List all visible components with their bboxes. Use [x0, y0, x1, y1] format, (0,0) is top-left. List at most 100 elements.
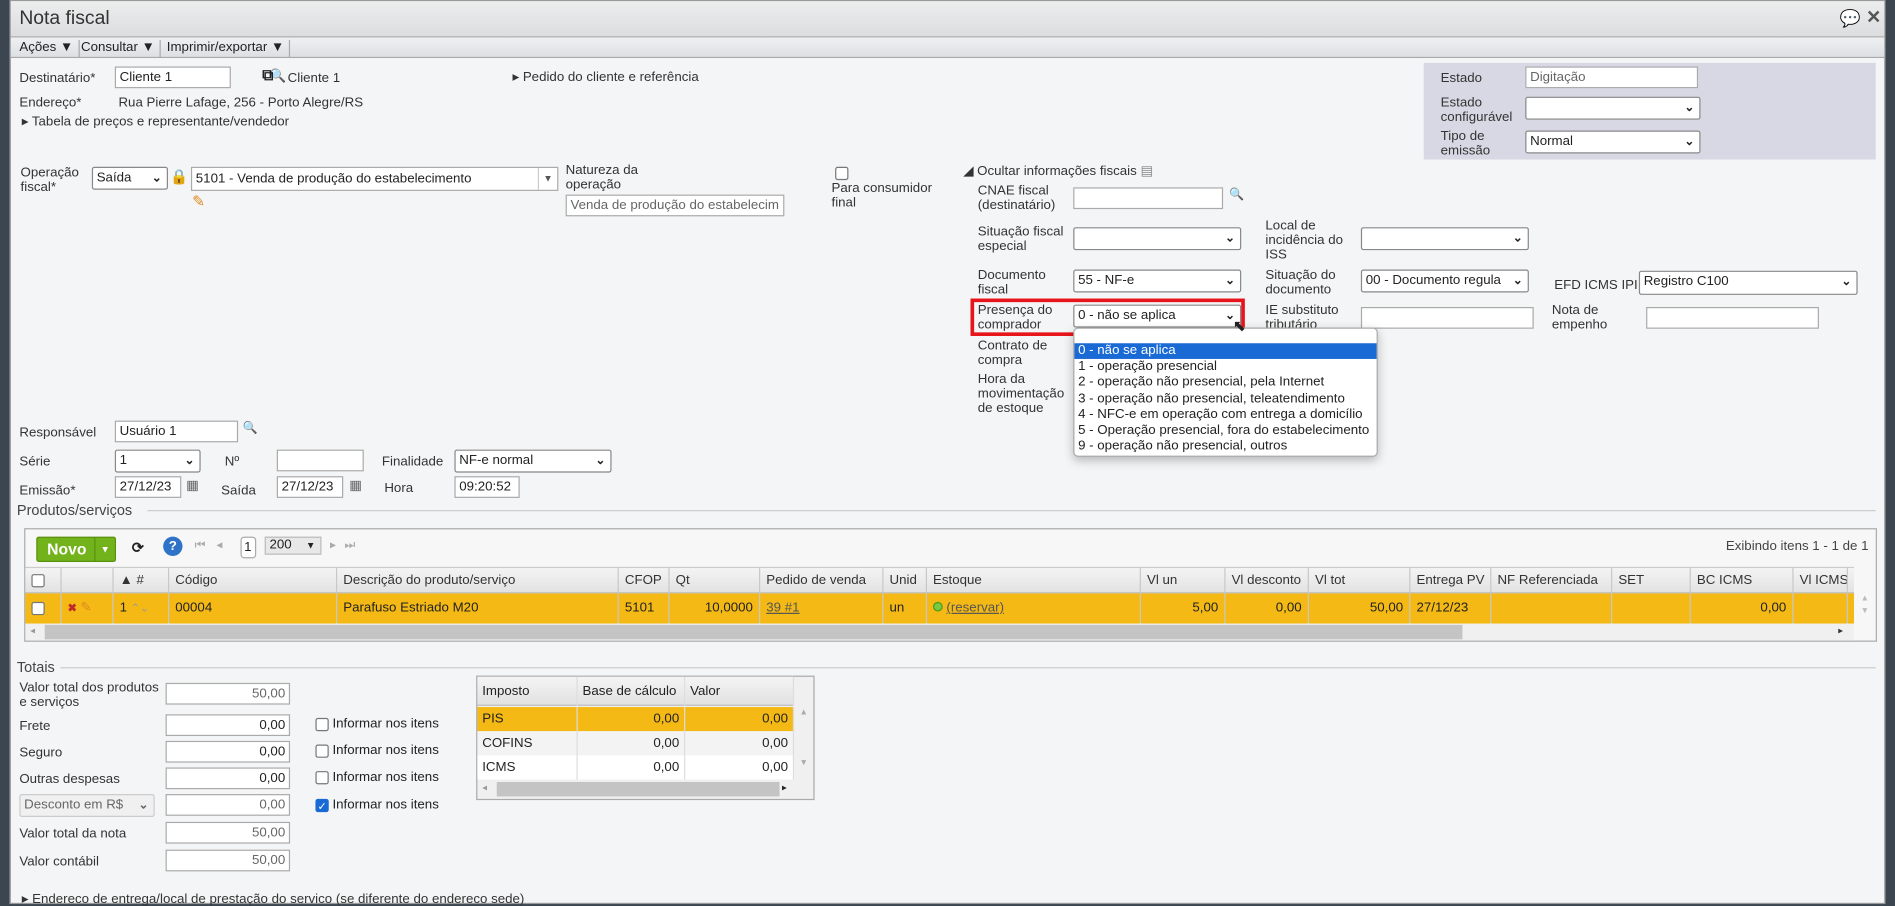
responsavel-input[interactable]: Usuário 1: [114, 420, 239, 443]
reservar-link[interactable]: (reservar): [946, 601, 1004, 616]
pedido-venda-link[interactable]: 39 #1: [766, 601, 799, 616]
column-header[interactable]: BC ICMS: [1691, 568, 1794, 593]
desconto-input[interactable]: 0,00: [165, 794, 291, 816]
numero-input[interactable]: [276, 449, 364, 472]
comment-icon[interactable]: 💬: [1839, 8, 1860, 29]
vertical-scrollbar[interactable]: ▲ ▼: [1854, 593, 1876, 623]
refresh-icon[interactable]: ⟳: [132, 539, 144, 556]
table-row[interactable]: ICMS 0,00 0,00: [477, 755, 795, 780]
column-header[interactable]: ▲ #: [114, 568, 170, 593]
menu-acoes[interactable]: Ações ▼: [15, 39, 80, 59]
estado-configuravel-select[interactable]: ⌄: [1525, 96, 1701, 120]
first-page-icon[interactable]: ⏮: [195, 539, 206, 552]
cnae-input[interactable]: [1073, 187, 1224, 210]
scroll-up-icon[interactable]: ▲: [794, 708, 813, 716]
table-row[interactable]: ✖ ✎ 1 ⌃⌄ 00004 Parafuso Estriado M20 5101 10,…: [25, 593, 1854, 624]
edit-pencil-icon[interactable]: ✎: [81, 601, 92, 616]
cfop-combobox[interactable]: 5101 - Venda de produção do estabelecime…: [190, 166, 559, 191]
column-header[interactable]: [62, 568, 114, 593]
destinatario-link[interactable]: Cliente 1: [288, 71, 340, 86]
ie-substituto-input[interactable]: [1360, 306, 1534, 329]
outras-despesas-input[interactable]: 0,00: [165, 767, 291, 790]
hora-input[interactable]: 09:20:52: [454, 476, 520, 498]
page-input[interactable]: 1: [240, 536, 257, 559]
documento-fiscal-select[interactable]: 55 - NF-e ⌄: [1073, 269, 1242, 293]
calendar-icon[interactable]: ▦: [186, 477, 199, 494]
consumidor-final-checkbox[interactable]: [835, 166, 849, 181]
column-header[interactable]: Qt: [670, 568, 761, 593]
select-all-checkbox[interactable]: [31, 573, 45, 587]
column-header[interactable]: [25, 568, 62, 593]
presenca-option[interactable]: 0 - não se aplica: [1074, 343, 1377, 360]
finalidade-select[interactable]: NF-e normal ⌄: [454, 449, 612, 473]
situacao-fiscal-especial-select[interactable]: ⌄: [1073, 227, 1242, 251]
delete-icon[interactable]: ✖: [68, 602, 77, 614]
column-header[interactable]: Base de cálculo: [578, 676, 686, 706]
presenca-option[interactable]: 3 - operação não presencial, teleatendim…: [1074, 391, 1376, 407]
page-size-select[interactable]: 200 ▼: [264, 536, 322, 555]
efd-icms-ipi-select[interactable]: Registro C100 ⌄: [1638, 270, 1858, 295]
frete-input[interactable]: 0,00: [165, 714, 291, 737]
ocultar-info-fiscais-toggle[interactable]: ◢ Ocultar informações fiscais ▤: [963, 164, 1153, 179]
next-page-icon[interactable]: ▸: [330, 539, 336, 552]
column-header[interactable]: Vl un: [1141, 568, 1226, 593]
close-icon[interactable]: ✕: [1866, 6, 1881, 28]
table-row[interactable]: COFINS 0,00 0,00: [477, 731, 795, 756]
tipo-emissao-select[interactable]: Normal ⌄: [1525, 130, 1701, 154]
column-header[interactable]: Estoque: [927, 568, 1141, 593]
pedido-cliente-toggle[interactable]: ▸ Pedido do cliente e referência: [512, 70, 698, 85]
horizontal-scrollbar[interactable]: ◂ ▸: [25, 623, 1854, 641]
column-header[interactable]: SET: [1612, 568, 1691, 593]
column-header[interactable]: CFOP: [619, 568, 670, 593]
saida-input[interactable]: 27/12/23: [276, 476, 344, 498]
informar-nos-itens-checkbox[interactable]: ✓ Informar nos itens: [315, 798, 439, 812]
informar-nos-itens-checkbox[interactable]: Informar nos itens: [315, 717, 439, 731]
column-header[interactable]: Pedido de venda: [760, 568, 884, 593]
natureza-input[interactable]: Venda de produção do estabelecim: [565, 194, 785, 217]
presenca-option[interactable]: 4 - NFC-e em operação com entrega a domi…: [1074, 407, 1376, 423]
scroll-down-icon[interactable]: ▼: [794, 759, 813, 767]
scrollbar-thumb[interactable]: [496, 781, 780, 797]
prev-page-icon[interactable]: ◂: [216, 539, 222, 552]
scrollbar-thumb[interactable]: [44, 624, 1463, 640]
destinatario-input[interactable]: Cliente 1: [114, 66, 231, 89]
column-header[interactable]: Vl desconto: [1226, 568, 1309, 593]
edit-pencil-icon[interactable]: ✎: [192, 192, 205, 211]
row-checkbox[interactable]: [31, 601, 45, 615]
presenca-option[interactable]: 9 - operação não presencial, outros: [1074, 439, 1376, 455]
presenca-option[interactable]: 1 - operação presencial: [1074, 359, 1376, 375]
tabela-precos-toggle[interactable]: ▸ Tabela de preços e representante/vende…: [22, 115, 289, 130]
table-row[interactable]: PIS 0,00 0,00: [477, 707, 795, 732]
nota-empenho-input[interactable]: [1646, 306, 1819, 329]
column-header[interactable]: Descrição do produto/serviço: [337, 568, 619, 593]
last-page-icon[interactable]: ⏭: [344, 539, 355, 552]
help-icon[interactable]: ?: [163, 536, 183, 556]
column-header[interactable]: Unid: [883, 568, 927, 593]
horizontal-scrollbar[interactable]: ◂ ▸: [477, 778, 794, 799]
presenca-option[interactable]: 5 - Operação presencial, fora do estabel…: [1074, 423, 1376, 439]
column-header[interactable]: Valor: [685, 676, 795, 706]
external-link-icon[interactable]: ⧉: [262, 65, 273, 84]
emissao-input[interactable]: 27/12/23: [114, 476, 182, 498]
search-icon[interactable]: 🔍: [1229, 189, 1244, 202]
search-icon[interactable]: 🔍: [243, 422, 258, 435]
novo-button[interactable]: Novo ▼: [36, 536, 117, 562]
move-up-down-icon[interactable]: ⌃⌄: [131, 602, 149, 614]
menu-consultar[interactable]: Consultar ▼: [76, 39, 161, 59]
seguro-input[interactable]: 0,00: [165, 740, 291, 763]
operacao-tipo-select[interactable]: Saída ⌄: [91, 166, 168, 190]
local-iss-select[interactable]: ⌄: [1360, 227, 1529, 251]
column-header[interactable]: Vl tot: [1309, 568, 1411, 593]
informar-nos-itens-checkbox[interactable]: Informar nos itens: [315, 770, 439, 784]
calendar-icon[interactable]: ▦: [349, 477, 362, 494]
column-header[interactable]: Código: [169, 568, 338, 593]
serie-select[interactable]: 1 ⌄: [114, 449, 201, 473]
column-header[interactable]: Entrega PV: [1410, 568, 1492, 593]
column-header[interactable]: Vl ICMS: [1794, 568, 1848, 593]
column-header[interactable]: Imposto: [477, 676, 578, 706]
presenca-option[interactable]: 2 - operação não presencial, pela Intern…: [1074, 375, 1376, 391]
situacao-documento-select[interactable]: 00 - Documento regula ⌄: [1360, 269, 1529, 293]
menu-imprimir-exportar[interactable]: Imprimir/exportar ▼: [162, 39, 291, 59]
informar-nos-itens-checkbox[interactable]: Informar nos itens: [315, 743, 439, 758]
column-header[interactable]: NF Referenciada: [1491, 568, 1613, 593]
